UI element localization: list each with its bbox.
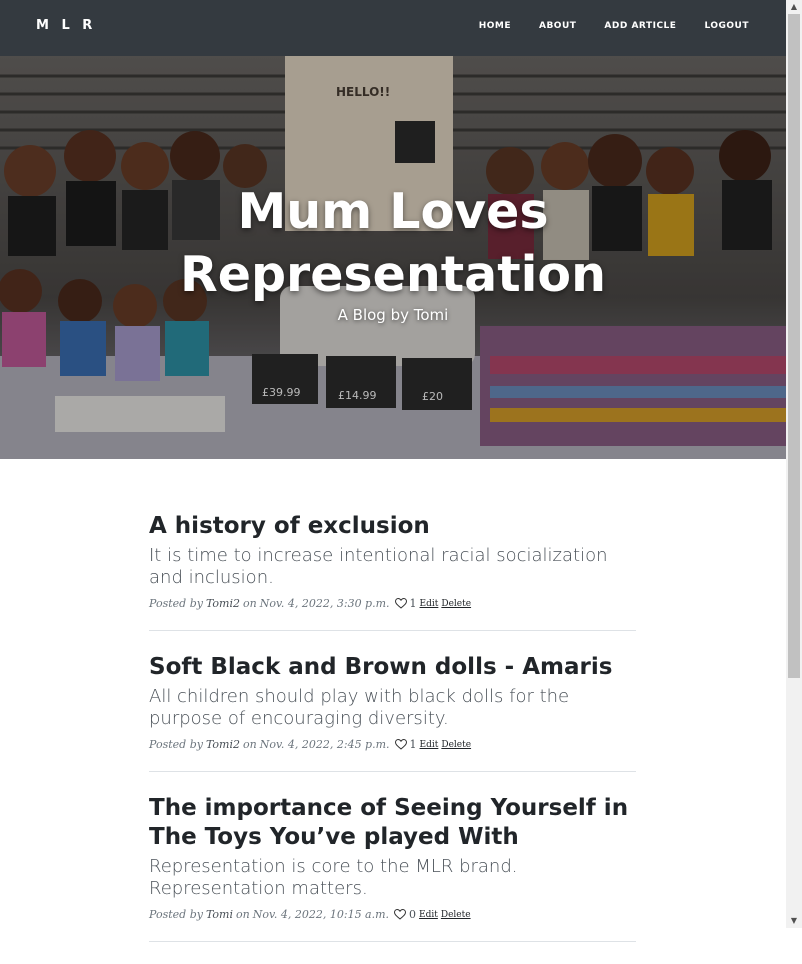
post-date: Nov. 4, 2022, 2:45 p.m. xyxy=(259,738,390,751)
like-count: 1 xyxy=(409,738,417,751)
post-title[interactable]: Soft Black and Brown dolls - Amaris xyxy=(149,653,636,682)
nav-about[interactable]: About xyxy=(539,21,576,31)
hero-subtitle: A Blog by Tomi xyxy=(337,306,449,324)
delete-link[interactable]: Delete xyxy=(441,599,471,609)
like-count: 1 xyxy=(409,597,417,610)
scroll-thumb[interactable] xyxy=(788,14,800,678)
nav-logout[interactable]: Logout xyxy=(704,21,749,31)
posted-by-label: Posted by xyxy=(149,738,203,751)
nav-add-article[interactable]: Add Article xyxy=(604,21,676,31)
on-label: on xyxy=(243,738,257,751)
edit-link[interactable]: Edit xyxy=(419,910,438,920)
post-author: Tomi xyxy=(205,908,234,921)
edit-link[interactable]: Edit xyxy=(420,599,439,609)
on-label: on xyxy=(243,597,257,610)
scrollbar[interactable]: ▲ ▼ xyxy=(786,0,802,928)
post-author: Tomi2 xyxy=(205,597,241,610)
scroll-up-icon[interactable]: ▲ xyxy=(786,0,802,14)
hero-title-line2: Representation xyxy=(180,246,606,303)
post-meta: Posted by Tomi2 on Nov. 4, 2022, 3:30 p.… xyxy=(149,597,636,610)
post-subtitle[interactable]: Representation is core to the MLR brand.… xyxy=(149,856,636,900)
post-meta: Posted by Tomi on Nov. 4, 2022, 10:15 a.… xyxy=(149,908,636,921)
post-date: Nov. 4, 2022, 10:15 a.m. xyxy=(252,908,390,921)
post-preview: Soft Black and Brown dolls - Amaris All … xyxy=(149,653,636,772)
post-date: Nov. 4, 2022, 3:30 p.m. xyxy=(259,597,390,610)
navbar: M L R Home About Add Article Logout xyxy=(0,0,786,56)
post-preview: A history of exclusion It is time to inc… xyxy=(149,512,636,631)
nav-links: Home About Add Article Logout xyxy=(451,21,749,31)
post-title[interactable]: A history of exclusion xyxy=(149,512,636,541)
post-meta: Posted by Tomi2 on Nov. 4, 2022, 2:45 p.… xyxy=(149,738,636,751)
post-subtitle[interactable]: It is time to increase intentional racia… xyxy=(149,545,636,589)
delete-link[interactable]: Delete xyxy=(441,740,471,750)
brand-logo[interactable]: M L R xyxy=(36,18,96,33)
like-count: 0 xyxy=(409,908,417,921)
nav-home[interactable]: Home xyxy=(479,21,511,31)
edit-link[interactable]: Edit xyxy=(420,740,439,750)
heart-icon[interactable] xyxy=(394,598,407,609)
on-label: on xyxy=(236,908,250,921)
post-preview: The importance of Seeing Yourself in The… xyxy=(149,794,636,942)
hero-title: Mum Loves Representation xyxy=(0,180,786,306)
hero-banner: HELLO!! £39.99 £14.99 £20 Mum Loves Repr… xyxy=(0,56,786,459)
posted-by-label: Posted by xyxy=(149,597,203,610)
delete-link[interactable]: Delete xyxy=(441,910,471,920)
post-author: Tomi2 xyxy=(205,738,241,751)
post-title[interactable]: The importance of Seeing Yourself in The… xyxy=(149,794,636,852)
posted-by-label: Posted by xyxy=(149,908,203,921)
post-subtitle[interactable]: All children should play with black doll… xyxy=(149,686,636,730)
post-list: A history of exclusion It is time to inc… xyxy=(149,500,636,964)
heart-icon[interactable] xyxy=(394,909,407,920)
scroll-down-icon[interactable]: ▼ xyxy=(786,914,802,928)
heart-icon[interactable] xyxy=(394,739,407,750)
hero-title-line1: Mum Loves xyxy=(237,183,549,240)
